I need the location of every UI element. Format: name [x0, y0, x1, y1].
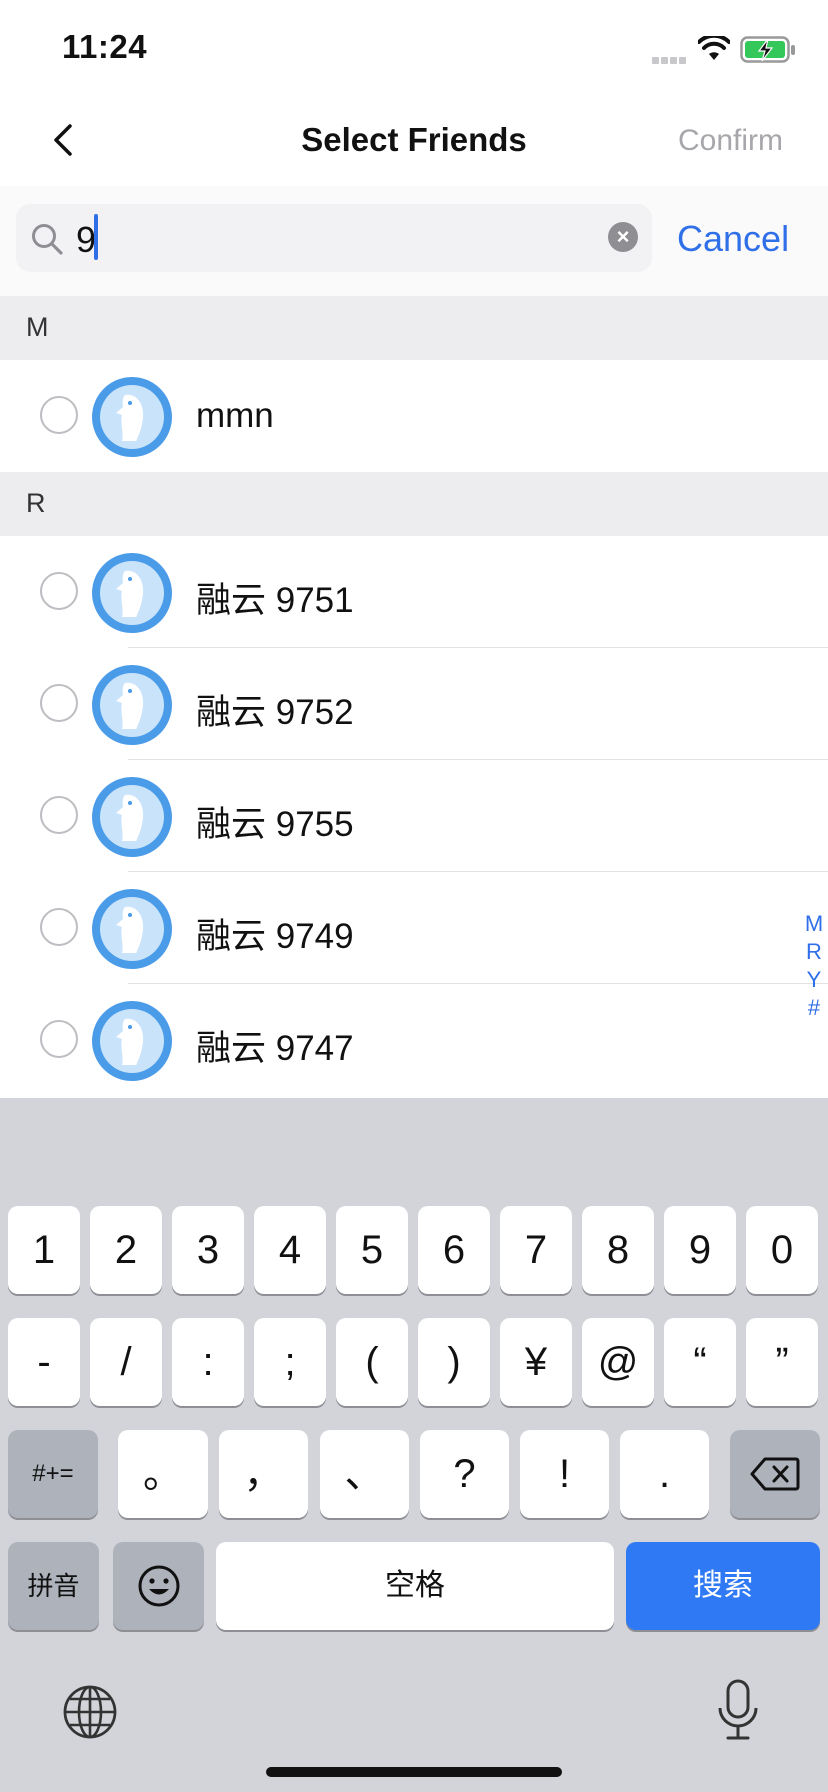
contact-row[interactable]: 融云 9755 [0, 760, 828, 872]
battery-charging-icon [740, 36, 796, 69]
key-period[interactable]: . [620, 1430, 709, 1518]
key-yen[interactable]: ¥ [500, 1318, 572, 1406]
emoji-icon [138, 1565, 179, 1607]
alphabet-index[interactable]: M R Y # [800, 910, 828, 1022]
select-radio[interactable] [40, 1020, 78, 1058]
section-header-m: M [0, 296, 828, 360]
section-letter: R [26, 488, 46, 518]
avatar [92, 1001, 172, 1081]
key-question[interactable]: ? [420, 1430, 509, 1518]
symbols-key[interactable]: #+= [8, 1430, 98, 1518]
contact-row[interactable]: 融云 9751 [0, 536, 828, 648]
avatar [92, 377, 172, 457]
contact-row[interactable]: 融云 9752 [0, 648, 828, 760]
select-radio[interactable] [40, 796, 78, 834]
pinyin-key[interactable]: 拼音 [8, 1542, 99, 1630]
globe-icon[interactable] [62, 1684, 118, 1745]
contact-row[interactable]: mmn [0, 360, 828, 472]
section-header-r: R [0, 472, 828, 536]
space-key[interactable]: 空格 [216, 1542, 614, 1630]
contact-name: 融云 9751 [196, 581, 354, 620]
confirm-button[interactable]: Confirm [678, 124, 783, 158]
key-enumeration-comma[interactable]: 、 [320, 1430, 409, 1518]
key-3[interactable]: 3 [172, 1206, 244, 1294]
delete-key[interactable] [730, 1430, 820, 1518]
key-colon[interactable]: : [172, 1318, 244, 1406]
key-0[interactable]: 0 [746, 1206, 818, 1294]
key-period-cjk[interactable]: 。 [118, 1430, 208, 1518]
text-caret [94, 214, 98, 260]
key-comma-cjk[interactable]: ， [219, 1430, 308, 1518]
index-letter[interactable]: R [800, 938, 828, 966]
key-hyphen[interactable]: - [8, 1318, 80, 1406]
key-2[interactable]: 2 [90, 1206, 162, 1294]
key-exclamation[interactable]: ! [520, 1430, 609, 1518]
key-5[interactable]: 5 [336, 1206, 408, 1294]
key-6[interactable]: 6 [418, 1206, 490, 1294]
contact-name: 融云 9749 [196, 917, 354, 956]
search-key[interactable]: 搜索 [626, 1542, 820, 1630]
key-close-quote[interactable]: ” [746, 1318, 818, 1406]
select-radio[interactable] [40, 396, 78, 434]
contact-name: 融云 9755 [196, 805, 354, 844]
avatar [92, 889, 172, 969]
contact-name: 融云 9752 [196, 693, 354, 732]
key-semicolon[interactable]: ; [254, 1318, 326, 1406]
select-radio[interactable] [40, 684, 78, 722]
contact-row[interactable]: 融云 9747 [0, 984, 828, 1096]
avatar [92, 665, 172, 745]
contact-name: mmn [196, 396, 274, 435]
avatar [92, 553, 172, 633]
key-9[interactable]: 9 [664, 1206, 736, 1294]
clear-search-icon[interactable]: × [608, 222, 638, 252]
contact-name: 融云 9747 [196, 1029, 354, 1068]
avatar [92, 777, 172, 857]
backspace-icon [750, 1457, 800, 1491]
keyboard: 1 2 3 4 5 6 7 8 9 0 - / : ; ( ) ¥ @ “ ” … [0, 1098, 828, 1792]
status-time: 11:24 [62, 28, 148, 65]
index-letter[interactable]: M [800, 910, 828, 938]
select-radio[interactable] [40, 572, 78, 610]
key-at[interactable]: @ [582, 1318, 654, 1406]
microphone-icon[interactable] [716, 1678, 760, 1749]
key-4[interactable]: 4 [254, 1206, 326, 1294]
home-indicator [266, 1767, 562, 1777]
search-icon [30, 222, 64, 261]
section-letter: M [26, 312, 49, 342]
index-letter[interactable]: # [800, 994, 828, 1022]
index-letter[interactable]: Y [800, 966, 828, 994]
key-right-paren[interactable]: ) [418, 1318, 490, 1406]
search-input[interactable] [16, 204, 652, 272]
key-7[interactable]: 7 [500, 1206, 572, 1294]
key-1[interactable]: 1 [8, 1206, 80, 1294]
cancel-search-button[interactable]: Cancel [677, 218, 789, 260]
wifi-icon [697, 33, 731, 67]
cellular-signal-icon [652, 51, 690, 64]
select-radio[interactable] [40, 908, 78, 946]
key-open-quote[interactable]: “ [664, 1318, 736, 1406]
emoji-key[interactable] [113, 1542, 204, 1630]
key-8[interactable]: 8 [582, 1206, 654, 1294]
contact-row[interactable]: 融云 9749 [0, 872, 828, 984]
key-slash[interactable]: / [90, 1318, 162, 1406]
key-left-paren[interactable]: ( [336, 1318, 408, 1406]
